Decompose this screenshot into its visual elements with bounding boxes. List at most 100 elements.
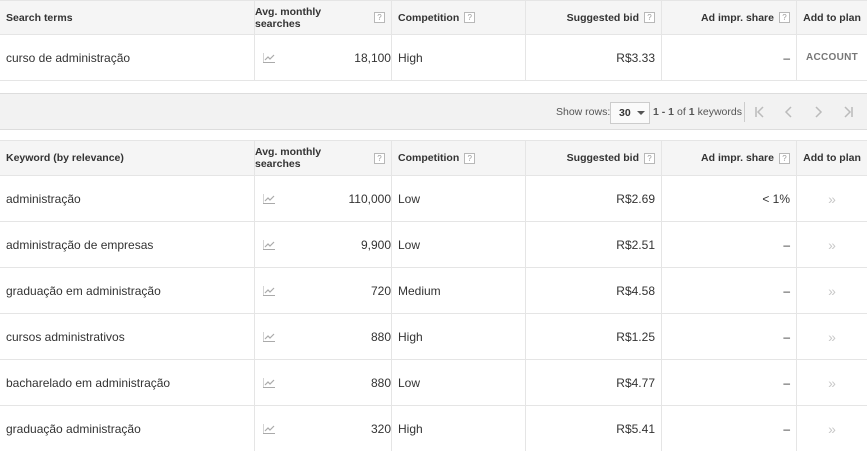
suggested-bid-cell: R$3.33 (526, 35, 662, 80)
table-row: administração 110,000 Low R$2.69 < 1% » (0, 176, 867, 222)
header-suggested-bid[interactable]: Suggested bid? (526, 1, 662, 34)
range-total: 1 (688, 105, 695, 118)
table-row: graduação administração 320 High R$5.41 … (0, 406, 867, 451)
avg-searches-cell: 9,900 (255, 222, 392, 267)
avg-searches-value: 18,100 (354, 50, 391, 65)
add-to-plan-cell: » (797, 222, 867, 267)
keyword-cell: administração de empresas (0, 222, 255, 267)
search-terms-table: Search terms Avg. monthly searches? Comp… (0, 0, 867, 81)
avg-searches-value: 720 (370, 283, 391, 298)
help-question-icon[interactable]: ? (374, 12, 385, 23)
avg-searches-value: 320 (370, 421, 391, 436)
competition-cell: High (392, 314, 526, 359)
search-terms-header-row: Search terms Avg. monthly searches? Comp… (0, 0, 867, 35)
competition-cell: Low (392, 222, 526, 267)
header-ad-impr-share[interactable]: Ad impr. share? (662, 141, 797, 175)
help-question-icon[interactable]: ? (644, 12, 655, 23)
add-to-plan-cell: » (797, 360, 867, 405)
previous-page-icon[interactable] (779, 103, 799, 121)
header-label: Suggested bid (566, 152, 639, 164)
first-page-icon[interactable] (750, 103, 770, 121)
add-to-plan-chevron-icon[interactable]: » (828, 191, 836, 207)
header-label: Suggested bid (566, 11, 639, 24)
trend-chart-icon[interactable] (263, 52, 275, 63)
trend-chart-icon[interactable] (263, 377, 275, 388)
table-row: administração de empresas 9,900 Low R$2.… (0, 222, 867, 268)
add-to-plan-cell: » (797, 268, 867, 313)
ad-impr-share-cell: – (662, 314, 797, 359)
header-label: Add to plan (803, 11, 861, 24)
next-page-icon[interactable] (808, 103, 828, 121)
trend-chart-icon[interactable] (263, 285, 275, 296)
trend-chart-icon[interactable] (263, 193, 275, 204)
table-row: cursos administrativos 880 High R$1.25 –… (0, 314, 867, 360)
suggested-bid-cell: R$4.77 (526, 360, 662, 405)
table-row: curso de administração 18,100 High R$3.3… (0, 35, 867, 81)
avg-searches-value: 110,000 (348, 191, 392, 206)
last-page-icon[interactable] (838, 103, 858, 121)
avg-searches-cell: 18,100 (255, 35, 392, 80)
avg-searches-cell: 880 (255, 360, 392, 405)
trend-chart-icon[interactable] (263, 423, 275, 434)
add-to-plan-chevron-icon[interactable]: » (828, 283, 836, 299)
avg-searches-cell: 320 (255, 406, 392, 451)
show-rows-label: Show rows: (556, 105, 611, 118)
header-search-terms[interactable]: Search terms (0, 1, 255, 34)
avg-searches-cell: 880 (255, 314, 392, 359)
header-label: Search terms (6, 11, 73, 24)
header-avg-monthly-searches[interactable]: Avg. monthly searches? (255, 1, 392, 34)
account-link[interactable]: ACCOUNT (806, 52, 858, 63)
avg-searches-cell: 110,000 (255, 176, 392, 221)
suggested-bid-cell: R$1.25 (526, 314, 662, 359)
rows-per-page-select[interactable]: 30 (610, 102, 650, 124)
help-question-icon[interactable]: ? (464, 152, 476, 164)
header-add-to-plan: Add to plan (797, 1, 867, 34)
trend-chart-icon[interactable] (263, 239, 275, 250)
add-to-plan-chevron-icon[interactable]: » (828, 421, 836, 437)
help-question-icon[interactable]: ? (374, 152, 385, 164)
ad-impr-share-cell: – (662, 360, 797, 405)
avg-searches-value: 880 (370, 375, 391, 390)
header-ad-impr-share[interactable]: Ad impr. share? (662, 1, 797, 34)
ad-impr-share-cell: < 1% (662, 176, 797, 221)
add-to-plan-chevron-icon[interactable]: » (828, 375, 836, 391)
add-to-plan-cell: ACCOUNT (797, 35, 867, 80)
trend-chart-icon[interactable] (263, 331, 275, 342)
help-question-icon[interactable]: ? (464, 12, 476, 23)
keyword-ideas-table: Keyword (by relevance) Avg. monthly sear… (0, 140, 867, 451)
suggested-bid-cell: R$5.41 (526, 406, 662, 451)
header-avg-monthly-searches[interactable]: Avg. monthly searches? (255, 141, 392, 175)
competition-cell: High (392, 406, 526, 451)
header-suggested-bid[interactable]: Suggested bid? (526, 141, 662, 175)
suggested-bid-cell: R$2.51 (526, 222, 662, 267)
competition-cell: Low (392, 360, 526, 405)
ad-impr-share-cell: – (662, 222, 797, 267)
suggested-bid-cell: R$4.58 (526, 268, 662, 313)
add-to-plan-cell: » (797, 176, 867, 221)
header-label: Avg. monthly searches (255, 146, 322, 170)
header-label: Add to plan (803, 152, 861, 164)
keyword-cell: administração (0, 176, 255, 221)
competition-cell: Medium (392, 268, 526, 313)
header-competition[interactable]: Competition? (392, 141, 526, 175)
header-label: Avg. monthly searches (255, 5, 322, 30)
help-question-icon[interactable]: ? (779, 152, 790, 164)
avg-searches-value: 880 (370, 329, 391, 344)
chevron-down-icon (636, 111, 645, 115)
header-keyword-by-relevance[interactable]: Keyword (by relevance) (0, 141, 255, 175)
add-to-plan-chevron-icon[interactable]: » (828, 237, 836, 253)
pagination-range: 1 - 1 of 1 keywords (653, 94, 742, 129)
table-row: bacharelado em administração 880 Low R$4… (0, 360, 867, 406)
keyword-header-row: Keyword (by relevance) Avg. monthly sear… (0, 140, 867, 176)
header-label: Ad impr. share (701, 11, 774, 24)
header-add-to-plan: Add to plan (797, 141, 867, 175)
add-to-plan-chevron-icon[interactable]: » (828, 329, 836, 345)
add-to-plan-cell: » (797, 314, 867, 359)
rows-per-page-value: 30 (619, 107, 631, 119)
suggested-bid-cell: R$2.69 (526, 176, 662, 221)
help-question-icon[interactable]: ? (779, 12, 790, 23)
competition-cell: High (392, 35, 526, 80)
help-question-icon[interactable]: ? (644, 152, 655, 164)
range-suffix: keywords (697, 105, 742, 118)
header-competition[interactable]: Competition? (392, 1, 526, 34)
